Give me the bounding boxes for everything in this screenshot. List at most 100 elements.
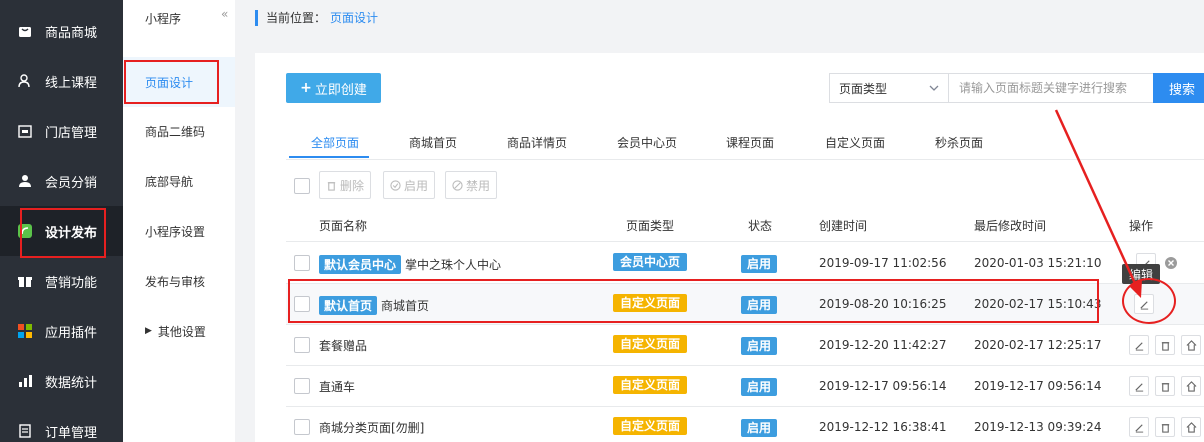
- bulk-delete-button[interactable]: 删除: [319, 171, 372, 199]
- sidebar-item-stores[interactable]: 门店管理: [0, 106, 123, 156]
- page-type-badge: 自定义页面: [613, 294, 688, 312]
- sidebar-item-members[interactable]: 会员分销: [0, 156, 123, 206]
- sidebar-item-design[interactable]: 设计发布: [0, 206, 123, 256]
- modified-time: 2020-02-17 12:25:17: [974, 338, 1102, 352]
- collapse-icon[interactable]: «: [221, 7, 228, 21]
- tab-label: 课程页面: [726, 136, 775, 150]
- submenu-item-publish-review[interactable]: 发布与审核: [123, 256, 235, 306]
- tab-member-center[interactable]: 会员中心页: [617, 126, 677, 158]
- plus-icon: +: [300, 80, 312, 96]
- page-type-select[interactable]: 页面类型: [829, 73, 949, 103]
- pencil-icon: [1134, 382, 1143, 392]
- content-card: +立即创建 页面类型 搜索 全部页面 商城首页 商品详情页 会员中心页 课程页面…: [255, 53, 1204, 442]
- bulk-enable-button[interactable]: 启用: [383, 171, 436, 199]
- created-time: 2019-12-17 09:56:14: [819, 379, 947, 393]
- edit-button[interactable]: [1129, 376, 1149, 396]
- modified-time: 2019-12-17 09:56:14: [974, 379, 1102, 393]
- home-icon: [1186, 339, 1196, 351]
- search-button[interactable]: 搜索: [1153, 73, 1204, 103]
- delete-button[interactable]: [1155, 376, 1175, 396]
- submenu: 小程序 « 页面设计 商品二维码 底部导航 小程序设置 发布与审核 ▶ 其他设置: [123, 0, 235, 442]
- edit-button[interactable]: [1129, 417, 1149, 437]
- submenu-item-qrcode[interactable]: 商品二维码: [123, 106, 235, 156]
- created-time: 2019-09-17 11:02:56: [819, 256, 947, 270]
- sidebar-item-label: 订单管理: [45, 425, 98, 441]
- tab-custom-page[interactable]: 自定义页面: [825, 126, 885, 158]
- breadcrumb-current[interactable]: 页面设计: [330, 11, 378, 25]
- disable-button[interactable]: [1161, 253, 1181, 273]
- more-button[interactable]: [1181, 335, 1201, 355]
- row-checkbox[interactable]: [294, 255, 310, 271]
- tab-product-detail[interactable]: 商品详情页: [507, 126, 567, 158]
- submenu-item-label: 商品二维码: [145, 124, 206, 139]
- search-input[interactable]: [948, 73, 1154, 103]
- create-button[interactable]: + 立即创建: [286, 73, 381, 103]
- submenu-item-label: 页面设计: [145, 75, 194, 90]
- status-badge: 启用: [741, 296, 778, 314]
- tab-course-page[interactable]: 课程页面: [726, 126, 774, 158]
- more-button[interactable]: [1181, 376, 1201, 396]
- chevron-down-icon: [929, 82, 939, 96]
- home-icon: [1186, 380, 1196, 392]
- default-tag: 默认首页: [319, 296, 378, 315]
- sidebar-item-marketing[interactable]: 营销功能: [0, 256, 123, 306]
- sidebar-item-label: 数据统计: [45, 375, 98, 391]
- header-page-type: 页面类型: [626, 219, 675, 233]
- modified-time: 2019-12-13 09:39:24: [974, 420, 1102, 434]
- sidebar-item-orders[interactable]: 订单管理: [0, 406, 123, 442]
- submenu-header: 小程序 «: [123, 0, 235, 36]
- sidebar-item-label: 营销功能: [45, 275, 98, 291]
- tab-mall-home[interactable]: 商城首页: [409, 126, 457, 158]
- submenu-item-other-settings[interactable]: ▶ 其他设置: [123, 306, 235, 356]
- delete-button[interactable]: [1155, 335, 1175, 355]
- status-badge: 启用: [741, 419, 778, 437]
- status-badge: 启用: [741, 337, 778, 355]
- page-name-cell: 默认首页 商城首页: [319, 296, 429, 315]
- sidebar-item-courses[interactable]: 线上课程: [0, 56, 123, 106]
- user-course-icon: [17, 73, 33, 89]
- delete-button[interactable]: [1155, 417, 1175, 437]
- check-circle-icon: [390, 179, 401, 191]
- created-time: 2019-08-20 10:16:25: [819, 297, 947, 311]
- submenu-item-page-design[interactable]: 页面设计: [123, 57, 235, 107]
- row-checkbox[interactable]: [294, 419, 310, 435]
- sidebar-item-label: 设计发布: [45, 225, 98, 241]
- tab-all-pages[interactable]: 全部页面: [289, 126, 369, 158]
- sidebar-item-plugins[interactable]: 应用插件: [0, 306, 123, 356]
- page-name-cell: 套餐赠品: [319, 337, 367, 354]
- row-checkbox[interactable]: [294, 378, 310, 394]
- submenu-item-bottom-nav[interactable]: 底部导航: [123, 156, 235, 206]
- page-type-badge: 自定义页面: [613, 417, 688, 435]
- row-checkbox[interactable]: [294, 337, 310, 353]
- sidebar-item-mall[interactable]: 商品商城: [0, 6, 123, 56]
- page-name: 商城首页: [381, 299, 430, 313]
- store-icon: [17, 123, 33, 139]
- sidebar-item-label: 商品商城: [45, 25, 98, 41]
- sidebar-item-stats[interactable]: 数据统计: [0, 356, 123, 406]
- row-checkbox[interactable]: [294, 296, 310, 312]
- trash-icon: [1161, 341, 1169, 351]
- submenu-item-label: 其他设置: [157, 324, 206, 339]
- trash-icon: [1161, 382, 1169, 392]
- submenu-item-label: 发布与审核: [145, 274, 206, 289]
- edit-button[interactable]: [1134, 294, 1154, 314]
- ban-icon: [452, 179, 463, 191]
- more-button[interactable]: [1181, 417, 1201, 437]
- created-time: 2019-12-20 11:42:27: [819, 338, 947, 352]
- tab-flash-sale[interactable]: 秒杀页面: [935, 126, 983, 158]
- page-name-cell: 商城分类页面[勿删]: [319, 419, 424, 436]
- bulk-disable-button[interactable]: 禁用: [445, 171, 498, 199]
- created-time: 2019-12-12 16:38:41: [819, 420, 947, 434]
- search-button-label: 搜索: [1169, 82, 1196, 98]
- submenu-item-label: 小程序设置: [145, 224, 206, 239]
- header-actions: 操作: [1129, 219, 1154, 233]
- modified-time: 2020-01-03 15:21:10: [974, 256, 1102, 270]
- edit-button[interactable]: [1129, 335, 1149, 355]
- order-icon: [17, 423, 33, 439]
- select-all-checkbox[interactable]: [294, 178, 310, 194]
- main-sidebar: 商品商城 线上课程 门店管理 会员分销 设计发布 营销功能 应用插件 数据统计 …: [0, 0, 123, 442]
- page-name: 掌中之珠个人中心: [405, 258, 502, 272]
- submenu-item-miniapp-settings[interactable]: 小程序设置: [123, 206, 235, 256]
- caret-right-icon: ▶: [145, 326, 152, 336]
- table-row: 直通车 自定义页面 启用 2019-12-17 09:56:14 2019-12…: [286, 366, 1204, 407]
